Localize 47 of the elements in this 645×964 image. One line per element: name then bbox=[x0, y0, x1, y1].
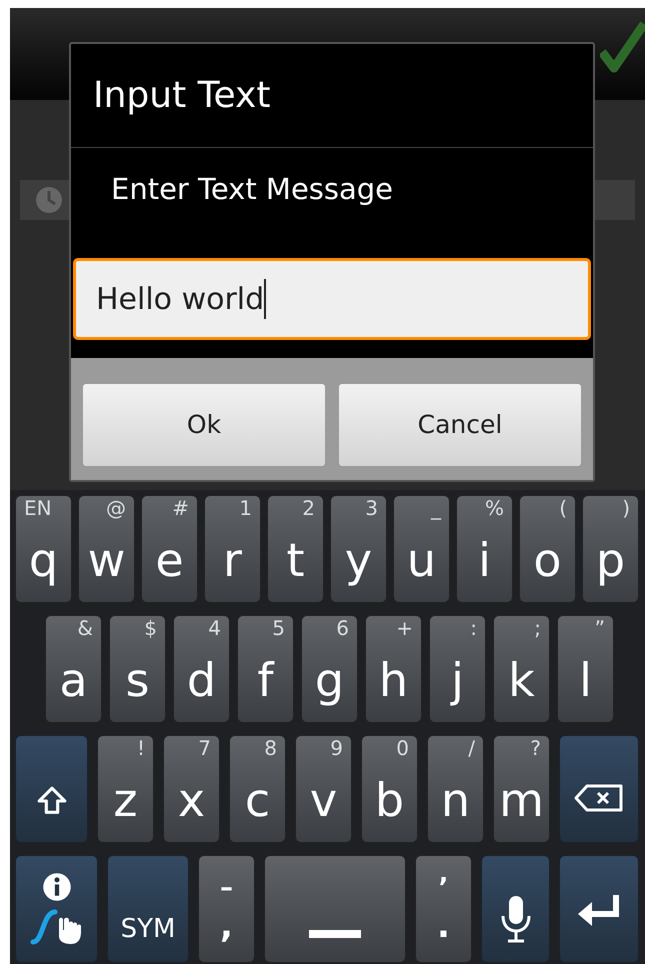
key[interactable]: – , bbox=[198, 855, 255, 963]
delete-key[interactable] bbox=[559, 735, 639, 843]
key[interactable]: 0 b bbox=[361, 735, 418, 843]
key[interactable]: 2 t bbox=[267, 495, 324, 603]
key[interactable]: # e bbox=[141, 495, 198, 603]
sym-key[interactable]: SYM bbox=[107, 855, 189, 963]
key[interactable]: 9 v bbox=[295, 735, 352, 843]
swype-key[interactable] bbox=[15, 855, 98, 963]
key[interactable]: ) p bbox=[582, 495, 639, 603]
space-bar-icon bbox=[309, 930, 361, 938]
key[interactable]: ; k bbox=[493, 615, 550, 723]
key[interactable]: 8 c bbox=[229, 735, 286, 843]
key[interactable]: 1 r bbox=[204, 495, 261, 603]
text-cursor bbox=[264, 279, 266, 319]
space-key[interactable] bbox=[264, 855, 406, 963]
text-input-field[interactable]: Hello world bbox=[73, 258, 591, 340]
key[interactable]: 4 d bbox=[173, 615, 230, 723]
key[interactable]: EN q bbox=[15, 495, 72, 603]
key[interactable]: ’ . bbox=[415, 855, 472, 963]
key[interactable]: & a bbox=[45, 615, 102, 723]
key[interactable]: / n bbox=[427, 735, 484, 843]
microphone-icon bbox=[498, 894, 532, 944]
key[interactable]: 5 f bbox=[237, 615, 294, 723]
key[interactable]: 6 g bbox=[301, 615, 358, 723]
key[interactable]: 3 y bbox=[330, 495, 387, 603]
key[interactable]: ” l bbox=[557, 615, 614, 723]
dialog-message: Enter Text Message bbox=[110, 171, 394, 208]
dialog-title: Input Text bbox=[71, 44, 593, 148]
enter-key[interactable] bbox=[559, 855, 639, 963]
backspace-icon bbox=[573, 782, 625, 814]
info-icon bbox=[42, 872, 72, 902]
key[interactable]: : j bbox=[429, 615, 486, 723]
key[interactable]: % i bbox=[456, 495, 513, 603]
dialog-button[interactable]: Cancel bbox=[339, 384, 581, 466]
key[interactable]: ( o bbox=[519, 495, 576, 603]
key[interactable]: ! z bbox=[97, 735, 154, 843]
key[interactable]: 7 x bbox=[163, 735, 220, 843]
key[interactable]: ? m bbox=[493, 735, 550, 843]
key[interactable]: + h bbox=[365, 615, 422, 723]
microphone-key[interactable] bbox=[481, 855, 550, 963]
checkmark-icon bbox=[600, 20, 645, 75]
key[interactable]: $ s bbox=[109, 615, 166, 723]
key[interactable]: _ u bbox=[393, 495, 450, 603]
clock-icon bbox=[34, 185, 64, 215]
key[interactable]: @ w bbox=[78, 495, 135, 603]
shift-key[interactable] bbox=[15, 735, 88, 843]
dialog-button[interactable]: Ok bbox=[83, 384, 325, 466]
